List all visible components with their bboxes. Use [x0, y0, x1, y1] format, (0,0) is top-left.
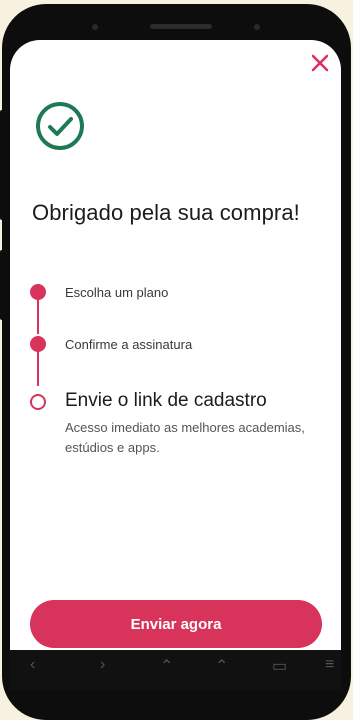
step-connector: [37, 346, 39, 386]
system-navigation-bar: ‹ › ⌃ ⌃ ▭ ≡: [10, 650, 341, 690]
phone-camera: [254, 24, 260, 30]
step-label: Confirme a assinatura: [65, 337, 193, 352]
side-button: [0, 110, 5, 220]
send-now-button[interactable]: Enviar agora: [30, 600, 322, 648]
check-circle-icon: [34, 100, 86, 152]
close-icon[interactable]: [307, 50, 333, 76]
nav-home-icon[interactable]: ⌃: [160, 656, 173, 676]
step-description: Acesso imediato as melhores academias, e…: [65, 420, 305, 455]
nav-menu-icon[interactable]: ≡: [325, 656, 334, 674]
purchase-confirmation-modal: Obrigado pela sua compra! Escolha um pla…: [10, 40, 341, 650]
step-title: Envie o link de cadastro: [65, 390, 267, 411]
nav-forward-icon[interactable]: ›: [100, 656, 105, 674]
step-dot-completed: [30, 284, 46, 300]
step-dot-completed: [30, 336, 46, 352]
phone-sensor: [92, 24, 98, 30]
nav-back-icon[interactable]: ‹: [30, 656, 35, 674]
nav-recent-icon[interactable]: ▭: [272, 656, 287, 676]
nav-up-icon[interactable]: ⌃: [215, 656, 228, 676]
phone-speaker: [150, 24, 212, 29]
step-label: Escolha um plano: [65, 285, 169, 300]
step-dot-current: [30, 394, 46, 410]
step-connector: [37, 294, 39, 334]
page-title: Obrigado pela sua compra!: [32, 200, 300, 225]
side-button: [0, 250, 5, 320]
